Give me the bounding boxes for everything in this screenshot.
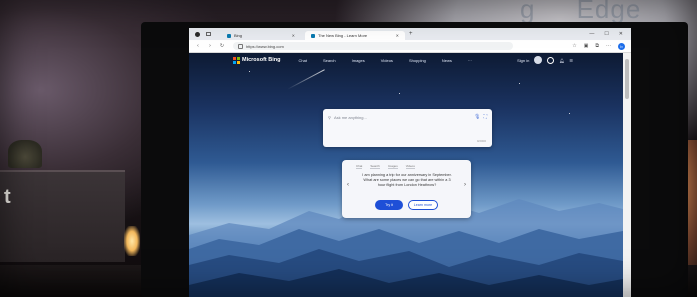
close-window-button[interactable]: ✕	[619, 31, 623, 37]
url-input[interactable]: https://www.bing.com	[233, 42, 513, 50]
tab-actions-icon[interactable]	[206, 32, 211, 36]
forward-button[interactable]: ›	[207, 43, 213, 49]
reception-counter	[0, 170, 125, 262]
card-tabs: Chat Search Images Videos	[356, 164, 415, 169]
tab-bing[interactable]: Bing ✕	[221, 31, 301, 40]
nav-links: Chat Search Images Videos Shopping News …	[299, 58, 472, 63]
back-button[interactable]: ‹	[195, 43, 201, 49]
search-icon: ⚲	[328, 114, 331, 120]
card-tab-images[interactable]: Images	[387, 164, 398, 169]
avatar[interactable]	[534, 56, 543, 64]
tab-new-bing[interactable]: The New Bing - Learn More ✕	[305, 31, 405, 40]
plant-decor	[8, 140, 42, 168]
try-it-button[interactable]: Try it	[375, 200, 403, 210]
visual-search-icon[interactable]: ⛶	[483, 114, 487, 120]
window-controls: — ☐ ✕	[589, 31, 631, 37]
char-counter: 0/2000	[476, 139, 486, 143]
settings-icon[interactable]: ···	[606, 43, 611, 49]
nav-search[interactable]: Search	[323, 58, 336, 63]
lamp-light	[124, 226, 140, 256]
logo-text: Microsoft Bing	[242, 57, 281, 63]
card-tab-chat[interactable]: Chat	[356, 164, 363, 169]
bing-chat-icon[interactable]: b	[618, 42, 625, 50]
nav-shopping[interactable]: Shopping	[409, 58, 426, 63]
rewards-icon[interactable]	[547, 56, 555, 64]
counter-letter: t	[4, 186, 11, 208]
tab-close-icon[interactable]: ✕	[292, 33, 295, 38]
refresh-button[interactable]: ↻	[219, 43, 225, 49]
nav-news[interactable]: News	[442, 58, 452, 63]
new-tab-button[interactable]: +	[409, 31, 413, 37]
bing-logo[interactable]: Microsoft Bing	[233, 56, 281, 64]
sign-in-link[interactable]: Sign in	[517, 58, 529, 63]
star-icon[interactable]: ☆	[572, 43, 576, 49]
menu-icon[interactable]: ☰	[569, 58, 573, 63]
chevron-left-icon[interactable]: ‹	[347, 182, 349, 188]
chat-prompt-card: Chat Search Images Videos ‹ I am plannin…	[342, 160, 471, 218]
toolbar: ☆ ▣ ⧉ ··· b	[572, 42, 631, 50]
url-text: https://www.bing.com	[246, 43, 284, 49]
card-tab-videos[interactable]: Videos	[405, 164, 415, 169]
maximize-button[interactable]: ☐	[604, 31, 608, 37]
bing-favicon-icon	[311, 33, 315, 38]
header-right: Sign in 🔔︎ ☰	[517, 56, 623, 64]
bing-favicon-icon	[227, 33, 231, 38]
tab-close-icon[interactable]: ✕	[396, 33, 399, 38]
scrollbar-thumb[interactable]	[625, 59, 629, 99]
nav-images[interactable]: Images	[352, 58, 365, 63]
tab-label: Bing	[234, 33, 243, 38]
search-input[interactable]: Ask me anything...	[334, 115, 367, 120]
lock-icon	[238, 43, 243, 49]
extensions-icon[interactable]: ⧉	[595, 43, 599, 49]
prompt-text: I am planning a trip for our anniversary…	[362, 173, 452, 188]
address-bar: ‹ › ↻ https://www.bing.com ☆ ▣ ⧉ ··· b	[189, 40, 631, 53]
learn-more-button[interactable]: Learn more	[408, 200, 438, 210]
minimize-button[interactable]: —	[589, 31, 594, 37]
tab-bar: Bing ✕ The New Bing - Learn More ✕ + — ☐…	[189, 28, 631, 40]
nav-chat[interactable]: Chat	[299, 58, 307, 63]
notification-icon[interactable]: 🔔︎	[559, 58, 564, 63]
microsoft-logo-icon	[233, 56, 240, 64]
card-tab-search[interactable]: Search	[370, 164, 380, 169]
monitor: Bing ✕ The New Bing - Learn More ✕ + — ☐…	[141, 22, 688, 297]
nav-videos[interactable]: Videos	[381, 58, 393, 63]
microphone-icon[interactable]: 🎙︎	[474, 114, 480, 120]
tab-label: The New Bing - Learn More	[318, 33, 368, 38]
nav-more[interactable]: ···	[468, 58, 472, 63]
browser-window: Bing ✕ The New Bing - Learn More ✕ + — ☐…	[189, 28, 631, 297]
collections-icon[interactable]: ▣	[584, 43, 589, 49]
bing-homepage: Microsoft Bing Chat Search Images Videos…	[189, 53, 623, 297]
search-box[interactable]: ⚲ Ask me anything... 🎙︎ ⛶ 0/2000	[323, 109, 492, 147]
profile-icon[interactable]	[195, 31, 200, 37]
bing-header: Microsoft Bing Chat Search Images Videos…	[189, 53, 623, 67]
scrollbar[interactable]	[623, 53, 631, 297]
chevron-right-icon[interactable]: ›	[464, 182, 466, 188]
